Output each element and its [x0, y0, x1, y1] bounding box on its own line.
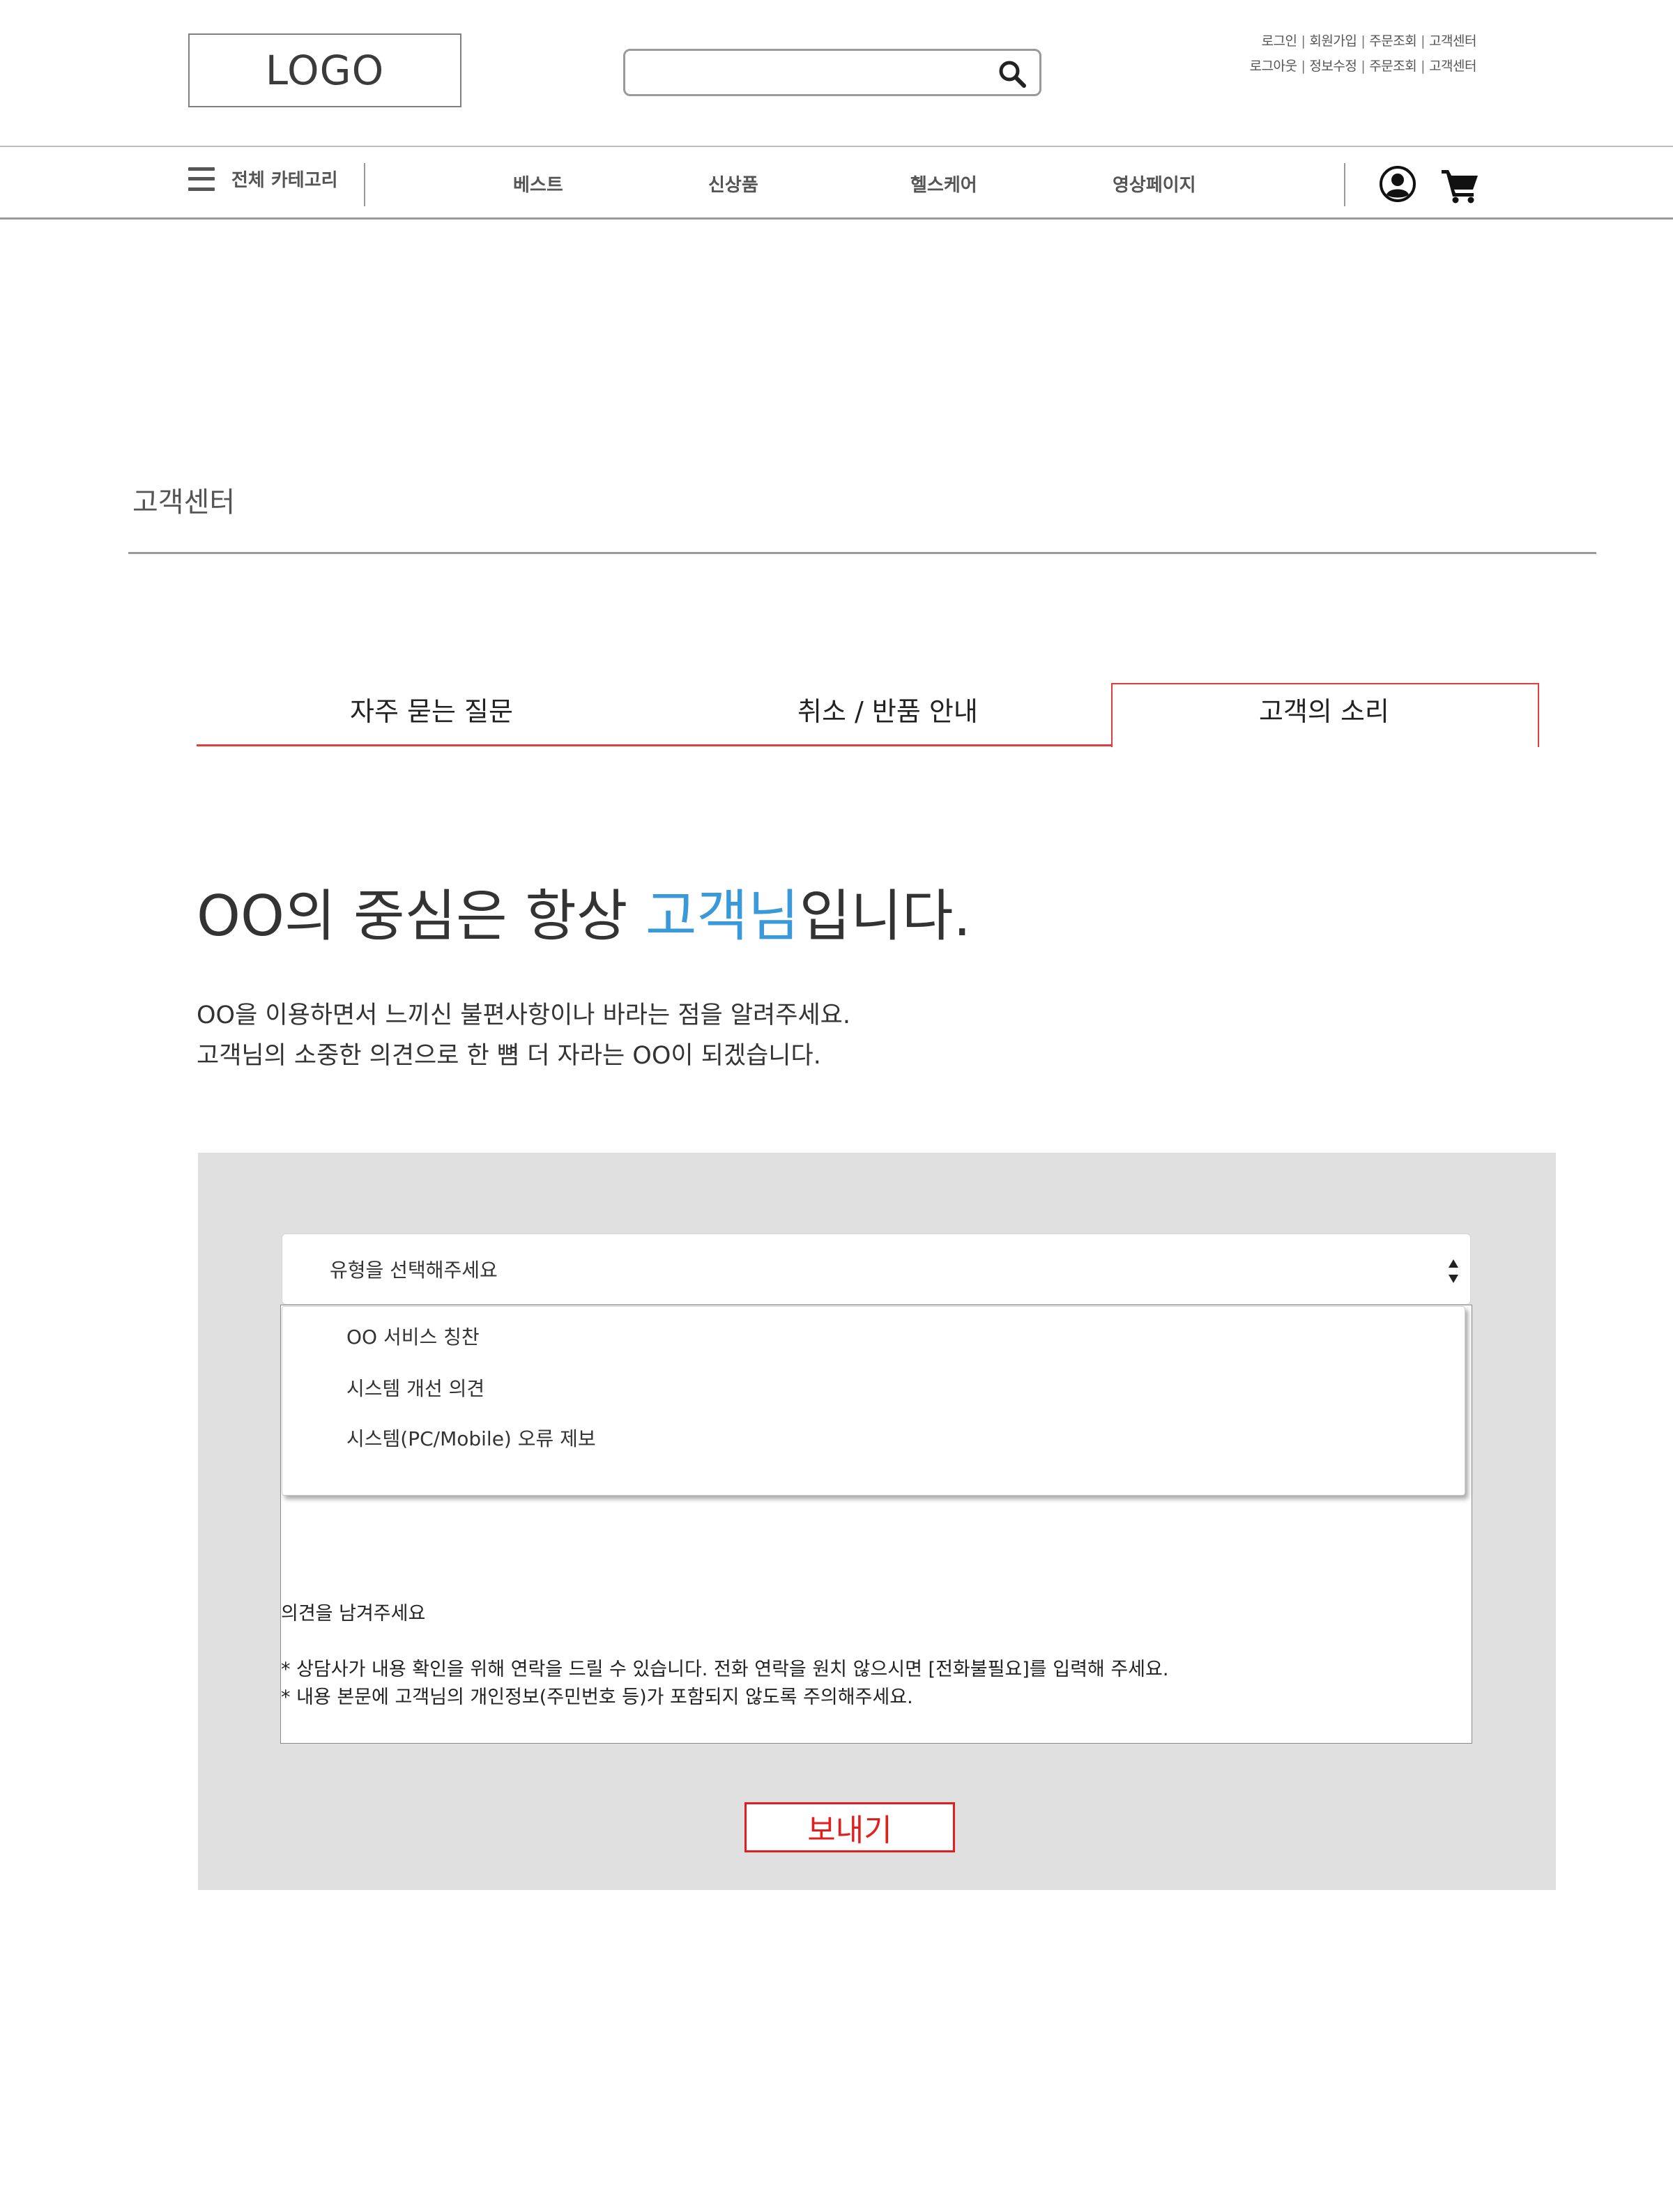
util-separator: | — [1421, 59, 1426, 74]
nav-divider — [1344, 163, 1345, 206]
type-dropdown-menu: OO 서비스 칭찬 시스템 개선 의견 시스템(PC/Mobile) 오류 제보 — [282, 1306, 1465, 1496]
search-input[interactable] — [623, 49, 1041, 96]
textarea-note-1: * 상담사가 내용 확인을 위해 연락을 드릴 수 있습니다. 전화 연락을 원… — [281, 1659, 1169, 1680]
edit-info-link[interactable]: 정보수정 — [1309, 59, 1357, 74]
nav-item-video[interactable]: 영상페이지 — [1113, 171, 1196, 197]
tab-faq[interactable]: 자주 묻는 질문 — [350, 690, 513, 728]
nav-top-divider — [0, 146, 1673, 147]
util-separator: | — [1421, 33, 1426, 49]
textarea-placeholder: 의견을 남겨주세요 — [281, 1603, 426, 1625]
nav-bottom-divider — [0, 217, 1673, 220]
util-separator: | — [1361, 33, 1366, 49]
signup-link[interactable]: 회원가입 — [1309, 33, 1357, 49]
cart-icon[interactable] — [1440, 167, 1479, 203]
nav-divider — [364, 163, 365, 206]
logo[interactable]: LOGO — [188, 33, 461, 107]
nav-item-healthcare[interactable]: 헬스케어 — [910, 171, 977, 197]
option-improvement[interactable]: 시스템 개선 의견 — [346, 1374, 484, 1401]
all-categories-label: 전체 카테고리 — [231, 170, 338, 191]
type-select[interactable]: 유형을 선택해주세요 — [282, 1234, 1471, 1305]
select-placeholder: 유형을 선택해주세요 — [330, 1259, 498, 1282]
util-links-row1: 로그인 | 회원가입 | 주문조회 | 고객센터 — [1262, 31, 1477, 49]
textarea-note-2: * 내용 본문에 고객님의 개인정보(주민번호 등)가 포함되지 않도록 주의해… — [281, 1687, 913, 1708]
menu-icon — [188, 167, 215, 191]
search-icon[interactable] — [998, 59, 1027, 89]
select-arrows-icon — [1449, 1259, 1458, 1283]
customer-center-link[interactable]: 고객센터 — [1429, 33, 1476, 49]
util-separator: | — [1301, 33, 1306, 49]
nav-item-best[interactable]: 베스트 — [513, 171, 563, 197]
headline-after: 입니다. — [799, 884, 971, 948]
nav-item-new[interactable]: 신상품 — [708, 171, 758, 197]
title-divider — [128, 552, 1596, 554]
headline-highlight: 고객님 — [645, 884, 800, 948]
user-icon[interactable] — [1379, 165, 1416, 203]
send-button[interactable]: 보내기 — [744, 1802, 955, 1852]
intro-line-2: 고객님의 소중한 의견으로 한 뼘 더 자라는 OO이 되겠습니다. — [197, 1042, 821, 1070]
intro-line-1: OO을 이용하면서 느끼신 불편사항이나 바라는 점을 알려주세요. — [197, 1001, 850, 1029]
logout-link[interactable]: 로그아웃 — [1250, 59, 1297, 74]
order-lookup-link-2[interactable]: 주문조회 — [1369, 59, 1416, 74]
page-title: 고객센터 — [132, 486, 236, 519]
util-separator: | — [1361, 59, 1366, 74]
login-link[interactable]: 로그인 — [1262, 33, 1297, 49]
all-categories-button[interactable]: 전체 카테고리 — [188, 166, 338, 192]
tab-underline — [197, 744, 1111, 746]
util-separator: | — [1301, 59, 1306, 74]
option-error-report[interactable]: 시스템(PC/Mobile) 오류 제보 — [346, 1424, 596, 1452]
tab-voice-label[interactable]: 고객의 소리 — [1259, 690, 1389, 728]
util-links-row2: 로그아웃 | 정보수정 | 주문조회 | 고객센터 — [1250, 56, 1477, 75]
tab-cancel-return[interactable]: 취소 / 반품 안내 — [797, 690, 978, 728]
customer-center-link-2[interactable]: 고객센터 — [1429, 59, 1476, 74]
headline-before: OO의 중심은 항상 — [197, 884, 645, 948]
order-lookup-link[interactable]: 주문조회 — [1369, 33, 1416, 49]
headline: OO의 중심은 항상 고객님입니다. — [197, 871, 971, 952]
option-praise[interactable]: OO 서비스 칭찬 — [346, 1322, 480, 1350]
